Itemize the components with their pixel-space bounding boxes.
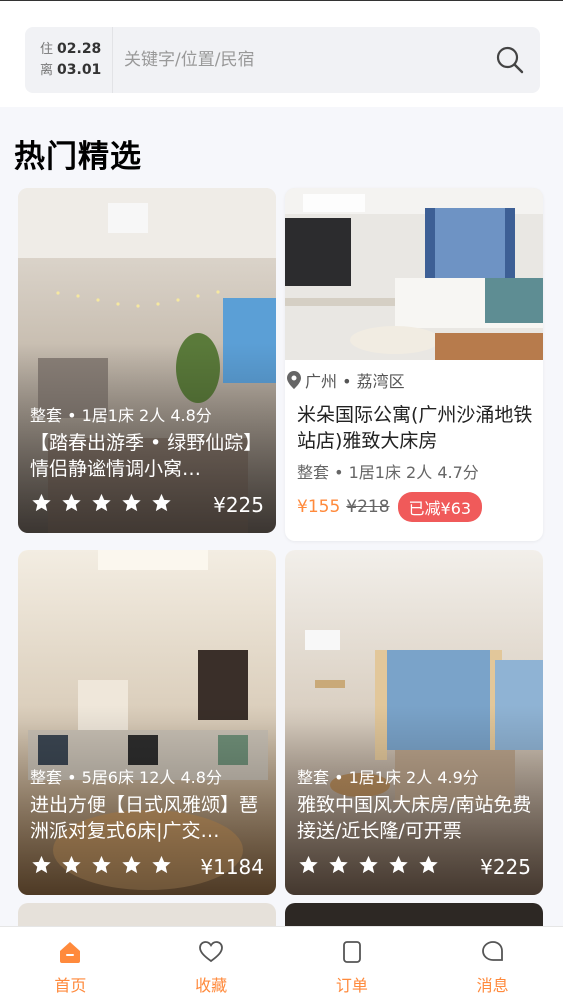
discount-badge: 已减¥63 [397, 492, 483, 522]
star-icon [359, 855, 378, 874]
checkin-label: 住 [40, 42, 54, 57]
listing-title: 进出方便【日式风雅颂】琶洲派对复式6床|广交… [30, 794, 259, 842]
listing-card[interactable]: 广州 • 荔湾区 米朵国际公寓(广州沙涌地铁站店)雅致大床房 整套 • 1居1床… [285, 188, 543, 541]
listing-meta: 整套 • 1居1床 2人 4.8分 [30, 406, 212, 425]
order-icon [342, 941, 361, 963]
checkout-date: 03.01 [57, 62, 102, 78]
tab-label: 收藏 [195, 976, 228, 995]
tab-messages[interactable]: 消息 [422, 927, 563, 1001]
listing-card[interactable]: 整套 • 1居1床 2人 4.9分 雅致中国风大床房/南站免费接送/近长隆/可开… [285, 550, 543, 895]
tab-home[interactable]: 首页 [0, 927, 141, 1001]
star-icon [299, 855, 318, 874]
location-text: 广州 • 荔湾区 [305, 372, 405, 391]
tab-orders[interactable]: 订单 [282, 927, 423, 1001]
checkin-date: 02.28 [57, 41, 102, 57]
checkout-row: 离 03.01 [40, 60, 112, 81]
star-icon [92, 493, 111, 512]
star-icon [122, 855, 141, 874]
star-icon [32, 493, 51, 512]
date-picker[interactable]: 住 02.28 离 03.01 [25, 27, 113, 93]
listing-price: ¥225 [213, 493, 264, 517]
heart-icon [199, 941, 224, 963]
listing-price: ¥1184 [200, 855, 264, 879]
price-row: ¥155 ¥218 已减¥63 [297, 492, 483, 522]
tab-favorites[interactable]: 收藏 [141, 927, 282, 1001]
listing-meta: 整套 • 1居1床 2人 4.7分 [297, 463, 479, 482]
listing-meta: 整套 • 5居6床 12人 4.8分 [30, 768, 222, 787]
star-icon [329, 855, 348, 874]
listing-card[interactable]: 整套 • 5居6床 12人 4.8分 进出方便【日式风雅颂】琶洲派对复式6床|广… [18, 550, 276, 895]
top-bar: 住 02.28 离 03.01 [0, 0, 563, 107]
listing-title: 米朵国际公寓(广州沙涌地铁站店)雅致大床房 [297, 404, 533, 452]
bottom-tab-bar: 首页 收藏 订单 消息 [0, 926, 563, 1001]
search-input[interactable] [113, 27, 480, 93]
star-icon [92, 855, 111, 874]
checkout-label: 离 [40, 63, 54, 78]
star-icon [62, 493, 81, 512]
listing-card[interactable]: 整套 • 1居1床 2人 4.8分 【踏春出游季 • 绿野仙踪】情侣静谧情调小窝… [18, 188, 276, 533]
checkin-row: 住 02.28 [40, 39, 112, 60]
rating-stars [30, 854, 173, 876]
star-icon [32, 855, 51, 874]
star-icon [152, 493, 171, 512]
original-price: ¥218 [346, 497, 390, 517]
section-title: 热门精选 [14, 139, 142, 175]
star-icon [122, 493, 141, 512]
tab-label: 订单 [335, 976, 368, 995]
listing-meta: 整套 • 1居1床 2人 4.9分 [297, 768, 479, 787]
listing-price: ¥155 [297, 497, 341, 517]
star-icon [389, 855, 408, 874]
home-icon [60, 942, 81, 963]
listing-title: 【踏春出游季 • 绿野仙踪】情侣静谧情调小窝… [30, 432, 263, 480]
message-icon [481, 941, 503, 961]
star-icon [419, 855, 438, 874]
listing-location: 广州 • 荔湾区 [287, 368, 405, 392]
rating-stars [30, 492, 173, 514]
location-pin-icon [287, 371, 301, 389]
listing-title: 雅致中国风大床房/南站免费接送/近长隆/可开票 [297, 794, 532, 842]
listing-price: ¥225 [480, 855, 531, 879]
search-bar: 住 02.28 离 03.01 [25, 27, 540, 93]
rating-stars [297, 854, 440, 876]
listing-photo [285, 188, 543, 360]
search-icon [496, 46, 524, 74]
search-button[interactable] [480, 27, 540, 93]
star-icon [152, 855, 171, 874]
star-icon [62, 855, 81, 874]
tab-label: 消息 [476, 976, 509, 995]
tab-label: 首页 [54, 976, 87, 995]
